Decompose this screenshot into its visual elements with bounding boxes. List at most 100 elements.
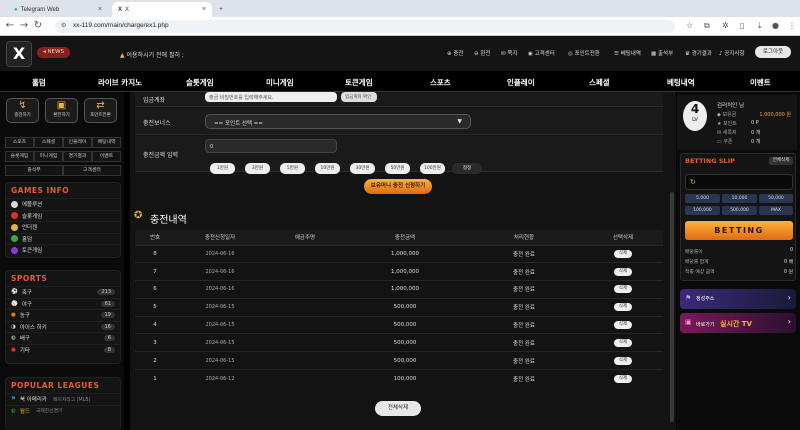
close-icon[interactable]: × <box>202 6 206 13</box>
delete-button[interactable]: 삭제 <box>614 285 632 294</box>
clear-slip-button[interactable]: 전체삭제 <box>769 157 793 165</box>
nav-event[interactable]: 이벤트 <box>750 77 771 88</box>
back-icon[interactable]: ← <box>4 20 16 31</box>
nav-mini[interactable]: 미니게임 <box>266 77 294 88</box>
league-item[interactable]: ⚑ 북 아메리카 메이저리그 (MLB) <box>6 393 120 405</box>
betting-button[interactable]: BETTING <box>685 221 793 240</box>
extension-icon[interactable]: ⧉ <box>704 21 710 31</box>
puzzle-icon[interactable]: ✲ <box>722 21 729 30</box>
url-input[interactable]: ⚙ xx-119.com/main/charge/ex1.php <box>55 20 675 33</box>
sport-item-volleyball[interactable]: ◍ 배구 6 <box>6 332 120 344</box>
grid-sports[interactable]: 스포츠 <box>5 137 34 148</box>
grid-support[interactable]: 고객센터 <box>63 165 121 176</box>
bet-500000-button[interactable]: 500,000 <box>722 206 757 215</box>
header-link-notice[interactable]: ♪ 공지사항 <box>719 49 745 57</box>
amount-30k-button[interactable]: 3만원 <box>245 163 270 174</box>
sport-item-basketball[interactable]: ● 농구 19 <box>6 309 120 321</box>
quick-withdraw-button[interactable]: ▣ 환전하기 <box>45 98 78 123</box>
scrollbar[interactable] <box>670 192 674 422</box>
league-item[interactable]: ◍ 월드 국제친선경기 <box>6 404 120 417</box>
live-tv-banner[interactable]: ▣ 바로가기 실시간 TV › <box>680 313 796 333</box>
forward-icon[interactable]: → <box>18 20 30 31</box>
sport-item-etc[interactable]: ● 기타 8 <box>6 343 120 356</box>
grid-inplay[interactable]: 인플레이 <box>63 137 92 148</box>
grid-bethistory[interactable]: 배팅내역 <box>92 137 121 148</box>
header-link-bethistory[interactable]: ☰ 베팅내역 <box>614 49 641 57</box>
header-link-deposit[interactable]: ⊕ 충전 <box>447 49 463 57</box>
sport-item-hockey[interactable]: ◑ 아이스 하키 16 <box>6 320 120 333</box>
close-icon[interactable]: × <box>98 6 102 13</box>
delete-button[interactable]: 삭제 <box>614 267 632 276</box>
header-link-point[interactable]: ◎ 포인트전환 <box>568 49 600 57</box>
site-logo[interactable]: X <box>6 41 32 67</box>
nav-slot[interactable]: 슬롯게임 <box>186 77 214 88</box>
amount-1m-button[interactable]: 100만원 <box>420 163 445 174</box>
new-tab-button[interactable]: + <box>214 2 228 17</box>
game-item-underjen[interactable]: 언더젠 <box>6 221 120 233</box>
delete-button[interactable]: 삭제 <box>614 249 632 258</box>
amount-500k-button[interactable]: 50만원 <box>385 163 410 174</box>
grid-event[interactable]: 이벤트 <box>92 151 121 162</box>
game-item-slot[interactable]: 슬롯게임 <box>6 209 120 222</box>
delete-button[interactable]: 삭제 <box>614 356 632 365</box>
bonus-select[interactable]: == 포인트 선택 == ▼ <box>205 114 471 129</box>
game-item-token[interactable]: 토큰게임 <box>6 244 120 256</box>
header-link-results[interactable]: ♛ 경기결과 <box>685 49 712 57</box>
game-item-evolution[interactable]: 에볼루션 <box>6 198 120 210</box>
grid-slot[interactable]: 슬롯게임 <box>5 151 34 162</box>
sport-item-soccer[interactable]: ⚽ 축구 213 <box>6 286 120 298</box>
amount-10k-button[interactable]: 1만원 <box>210 163 235 174</box>
nav-token[interactable]: 토큰게임 <box>345 77 373 88</box>
address-promo-banner[interactable]: ⚑ 정성주소 › <box>680 289 796 309</box>
header-link-attendance[interactable]: ▦ 출석부 <box>651 49 673 57</box>
amount-input[interactable]: 0 <box>205 139 337 153</box>
menu-icon[interactable]: ⋮ <box>788 21 796 30</box>
tab-x[interactable]: X X × <box>112 2 212 17</box>
header-link-message[interactable]: ✉ 쪽지 <box>501 49 517 57</box>
amount-300k-button[interactable]: 30만원 <box>350 163 375 174</box>
amount-50k-button[interactable]: 5만원 <box>280 163 305 174</box>
delete-button[interactable]: 삭제 <box>614 303 632 312</box>
game-item-holdem[interactable]: 홀덤 <box>6 232 120 245</box>
bet-5000-button[interactable]: 5,000 <box>685 194 720 203</box>
site-info-icon[interactable]: ⚙ <box>61 22 66 29</box>
nav-special[interactable]: 스페셜 <box>589 77 610 88</box>
bet-50000-button[interactable]: 50,000 <box>759 194 793 203</box>
profile-icon[interactable]: ● <box>772 21 779 30</box>
bet-max-button[interactable]: MAX <box>759 206 793 215</box>
logout-button[interactable]: 로그아웃 <box>755 46 791 58</box>
password-input[interactable]: 출금 비밀번호를 입력해주세요. <box>205 92 337 102</box>
sport-item-baseball[interactable]: ⚾ 야구 61 <box>6 297 120 310</box>
check-account-button[interactable]: 입금계좌 확인 <box>341 92 377 102</box>
profile-row[interactable]: ✉ 새쪽지 0 개 <box>717 129 795 136</box>
delete-button[interactable]: 삭제 <box>614 321 632 330</box>
refresh-icon[interactable]: ↻ <box>690 178 696 186</box>
sidebar-icon[interactable]: ▯ <box>740 21 744 30</box>
grid-special[interactable]: 스페셜 <box>34 137 63 148</box>
bet-10000-button[interactable]: 10,000 <box>722 194 757 203</box>
nav-bethistory[interactable]: 베팅내역 <box>667 77 695 88</box>
grid-results[interactable]: 경기결과 <box>63 151 92 162</box>
submit-deposit-button[interactable]: 보유머니 충전 신청하기 <box>364 179 432 194</box>
delete-button[interactable]: 삭제 <box>614 338 632 347</box>
bet-100000-button[interactable]: 100,000 <box>685 206 720 215</box>
grid-mini[interactable]: 미니게임 <box>34 151 63 162</box>
nav-holdem[interactable]: 홀덤 <box>32 77 46 88</box>
amount-100k-button[interactable]: 10만원 <box>315 163 340 174</box>
tab-telegram[interactable]: ● Telegram Web × <box>8 2 108 17</box>
download-icon[interactable]: ⤓ <box>758 21 762 31</box>
nav-sports[interactable]: 스포츠 <box>430 77 451 88</box>
grid-attendance[interactable]: 출석부 <box>5 165 63 176</box>
delete-all-button[interactable]: 전체삭제 <box>375 401 421 416</box>
bet-amount-input[interactable]: ↻ <box>685 174 793 190</box>
nav-live-casino[interactable]: 라이브 카지노 <box>98 77 142 88</box>
star-icon[interactable]: ☆ <box>686 21 693 30</box>
profile-row[interactable]: ▭ 쿠폰 0 개 <box>717 138 795 145</box>
reset-button[interactable]: 정정 <box>452 163 482 174</box>
quick-point-button[interactable]: ⇄ 포인트전환 <box>84 98 117 123</box>
quick-deposit-button[interactable]: ↯ 충전하기 <box>6 98 39 123</box>
nav-inplay[interactable]: 인플레이 <box>507 77 535 88</box>
reload-icon[interactable]: ↻ <box>32 20 44 31</box>
header-link-support[interactable]: ◉ 고객센터 <box>528 49 555 57</box>
header-link-withdraw[interactable]: ⊖ 환전 <box>474 49 490 57</box>
